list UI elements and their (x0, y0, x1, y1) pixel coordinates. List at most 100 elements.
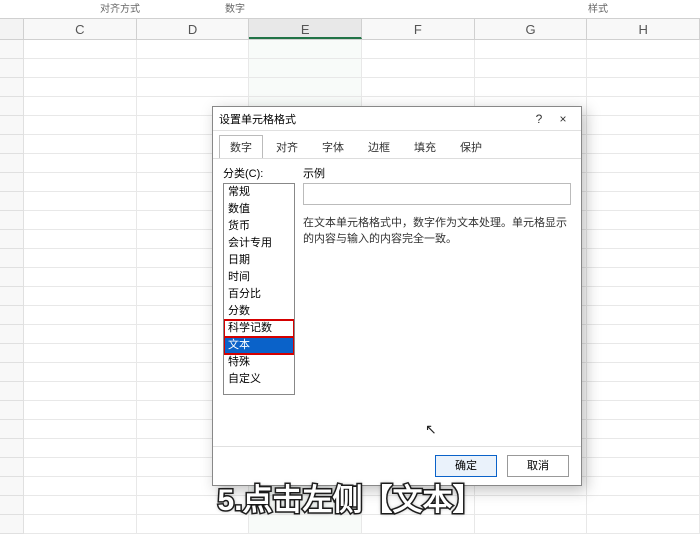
row-header[interactable] (0, 325, 24, 344)
row-header[interactable] (0, 439, 24, 458)
category-listbox[interactable]: 常规数值货币会计专用日期时间百分比分数科学记数文本特殊自定义 (223, 183, 295, 395)
cell[interactable] (587, 230, 700, 249)
cell[interactable] (24, 268, 137, 287)
row-header[interactable] (0, 192, 24, 211)
category-item-3[interactable]: 会计专用 (224, 235, 294, 252)
category-item-10[interactable]: 特殊 (224, 354, 294, 371)
cell[interactable] (475, 496, 588, 515)
category-item-6[interactable]: 百分比 (224, 286, 294, 303)
cell[interactable] (475, 40, 588, 59)
cell[interactable] (24, 192, 137, 211)
cell[interactable] (587, 439, 700, 458)
cell[interactable] (587, 420, 700, 439)
row-header[interactable] (0, 173, 24, 192)
cell[interactable] (24, 154, 137, 173)
row-header[interactable] (0, 97, 24, 116)
cell[interactable] (587, 211, 700, 230)
row-header[interactable] (0, 40, 24, 59)
cell[interactable] (24, 78, 137, 97)
row-header[interactable] (0, 477, 24, 496)
tab-number[interactable]: 数字 (219, 135, 263, 159)
category-item-2[interactable]: 货币 (224, 218, 294, 235)
cell[interactable] (587, 382, 700, 401)
dialog-help-button[interactable]: ? (527, 109, 551, 129)
cell[interactable] (587, 40, 700, 59)
tab-fill[interactable]: 填充 (403, 135, 447, 159)
category-item-9[interactable]: 文本 (224, 337, 294, 354)
col-header-c[interactable]: C (24, 19, 137, 39)
row-header[interactable] (0, 458, 24, 477)
row-header[interactable] (0, 363, 24, 382)
row-header[interactable] (0, 344, 24, 363)
cell[interactable] (24, 287, 137, 306)
cell[interactable] (137, 59, 250, 78)
cell[interactable] (587, 325, 700, 344)
cancel-button[interactable]: 取消 (507, 455, 569, 477)
col-header-e[interactable]: E (249, 19, 362, 39)
cell[interactable] (24, 249, 137, 268)
col-header-h[interactable]: H (587, 19, 700, 39)
category-item-1[interactable]: 数值 (224, 201, 294, 218)
row-header[interactable] (0, 401, 24, 420)
cell[interactable] (24, 477, 137, 496)
cell[interactable] (249, 59, 362, 78)
cell[interactable] (587, 344, 700, 363)
cell[interactable] (587, 287, 700, 306)
row-header[interactable] (0, 135, 24, 154)
cell[interactable] (24, 97, 137, 116)
cell[interactable] (137, 40, 250, 59)
dialog-close-button[interactable]: × (551, 109, 575, 129)
row-header[interactable] (0, 382, 24, 401)
cell[interactable] (24, 135, 137, 154)
tab-protection[interactable]: 保护 (449, 135, 493, 159)
cell[interactable] (24, 382, 137, 401)
cell[interactable] (249, 78, 362, 97)
cell[interactable] (24, 401, 137, 420)
cell[interactable] (587, 78, 700, 97)
col-header-f[interactable]: F (362, 19, 475, 39)
category-item-5[interactable]: 时间 (224, 269, 294, 286)
row-header[interactable] (0, 249, 24, 268)
cell[interactable] (24, 496, 137, 515)
row-header[interactable] (0, 420, 24, 439)
cell[interactable] (24, 439, 137, 458)
tab-border[interactable]: 边框 (357, 135, 401, 159)
row-header[interactable] (0, 306, 24, 325)
category-item-4[interactable]: 日期 (224, 252, 294, 269)
cell[interactable] (587, 268, 700, 287)
cell[interactable] (587, 496, 700, 515)
cell[interactable] (362, 59, 475, 78)
cell[interactable] (587, 401, 700, 420)
row-header[interactable] (0, 78, 24, 97)
cell[interactable] (587, 306, 700, 325)
row-header[interactable] (0, 287, 24, 306)
dialog-titlebar[interactable]: 设置单元格格式 ? × (213, 107, 581, 131)
row-header[interactable] (0, 116, 24, 135)
cell[interactable] (587, 59, 700, 78)
col-header-g[interactable]: G (475, 19, 588, 39)
cell[interactable] (475, 78, 588, 97)
cell[interactable] (24, 211, 137, 230)
cell[interactable] (24, 325, 137, 344)
cell[interactable] (587, 135, 700, 154)
ok-button[interactable]: 确定 (435, 455, 497, 477)
col-header-d[interactable]: D (137, 19, 250, 39)
cell[interactable] (24, 420, 137, 439)
select-all-corner[interactable] (0, 19, 24, 39)
cell[interactable] (24, 230, 137, 249)
row-header[interactable] (0, 268, 24, 287)
cell[interactable] (587, 192, 700, 211)
cell[interactable] (587, 458, 700, 477)
category-item-8[interactable]: 科学记数 (224, 320, 294, 337)
cell[interactable] (587, 154, 700, 173)
tab-font[interactable]: 字体 (311, 135, 355, 159)
category-item-7[interactable]: 分数 (224, 303, 294, 320)
cell[interactable] (24, 306, 137, 325)
cell[interactable] (587, 173, 700, 192)
cell[interactable] (24, 173, 137, 192)
cell[interactable] (362, 40, 475, 59)
cell[interactable] (587, 249, 700, 268)
cell[interactable] (137, 78, 250, 97)
cell[interactable] (587, 116, 700, 135)
cell[interactable] (587, 97, 700, 116)
